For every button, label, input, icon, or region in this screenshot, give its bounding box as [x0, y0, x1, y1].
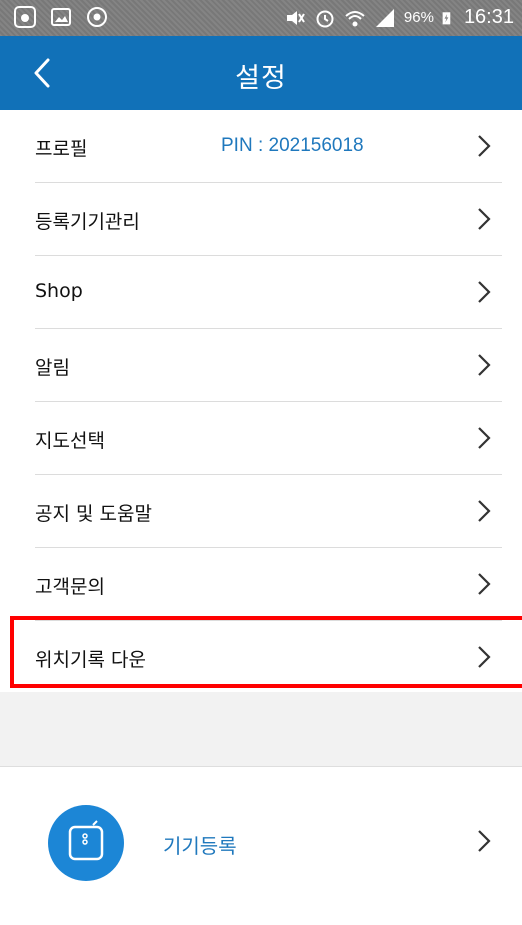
- menu-item-device-management[interactable]: 등록기기관리: [35, 183, 502, 256]
- image-notification-icon: [51, 8, 71, 26]
- menu-item-notifications[interactable]: 알림: [35, 329, 502, 402]
- wifi-icon: [345, 10, 365, 26]
- mute-icon: [286, 10, 305, 25]
- chevron-right-icon: [478, 281, 491, 303]
- status-bar: 96% 16:31: [0, 0, 522, 36]
- chevron-right-icon: [478, 500, 491, 522]
- settings-list: 프로필 PIN : 202156018 등록기기관리 Shop 알림 지도선택 …: [0, 110, 522, 693]
- chevron-right-icon: [478, 354, 491, 376]
- device-avatar: [48, 805, 124, 881]
- chevron-right-icon: [478, 427, 491, 449]
- menu-item-label: 위치기록 다운: [35, 649, 146, 671]
- menu-item-location-download[interactable]: 위치기록 다운: [35, 621, 502, 693]
- menu-item-customer-inquiry[interactable]: 고객문의: [35, 548, 502, 621]
- menu-item-label: Shop: [35, 280, 83, 302]
- battery-percent: 96%: [403, 9, 434, 26]
- chevron-right-icon: [478, 830, 491, 852]
- chevron-right-icon: [478, 646, 491, 668]
- chrome-icon: [87, 7, 107, 27]
- battery-charging-icon: [442, 11, 451, 24]
- alarm-icon: [316, 10, 334, 27]
- device-register-row[interactable]: 기기등록: [0, 767, 522, 925]
- menu-item-label: 프로필: [35, 138, 88, 160]
- app-header: 설정: [0, 36, 522, 110]
- menu-item-label: 공지 및 도움말: [35, 503, 152, 525]
- menu-item-profile[interactable]: 프로필 PIN : 202156018: [35, 110, 502, 183]
- pin-value: PIN : 202156018: [221, 135, 364, 156]
- chevron-right-icon: [478, 135, 491, 157]
- section-divider: [0, 692, 522, 767]
- chevron-right-icon: [478, 573, 491, 595]
- device-register-label: 기기등록: [163, 834, 237, 858]
- menu-item-label: 등록기기관리: [35, 211, 140, 233]
- menu-item-shop[interactable]: Shop: [35, 256, 502, 329]
- device-icon: [68, 820, 104, 861]
- chevron-right-icon: [478, 208, 491, 230]
- menu-item-label: 알림: [35, 357, 70, 379]
- clock: 16:31: [463, 6, 514, 28]
- usb-debug-icon: [14, 6, 36, 28]
- menu-item-notice-help[interactable]: 공지 및 도움말: [35, 475, 502, 548]
- menu-item-label: 지도선택: [35, 430, 105, 452]
- page-title: 설정: [235, 63, 287, 94]
- signal-icon: [375, 8, 394, 27]
- menu-item-label: 고객문의: [35, 576, 105, 598]
- menu-item-map-select[interactable]: 지도선택: [35, 402, 502, 475]
